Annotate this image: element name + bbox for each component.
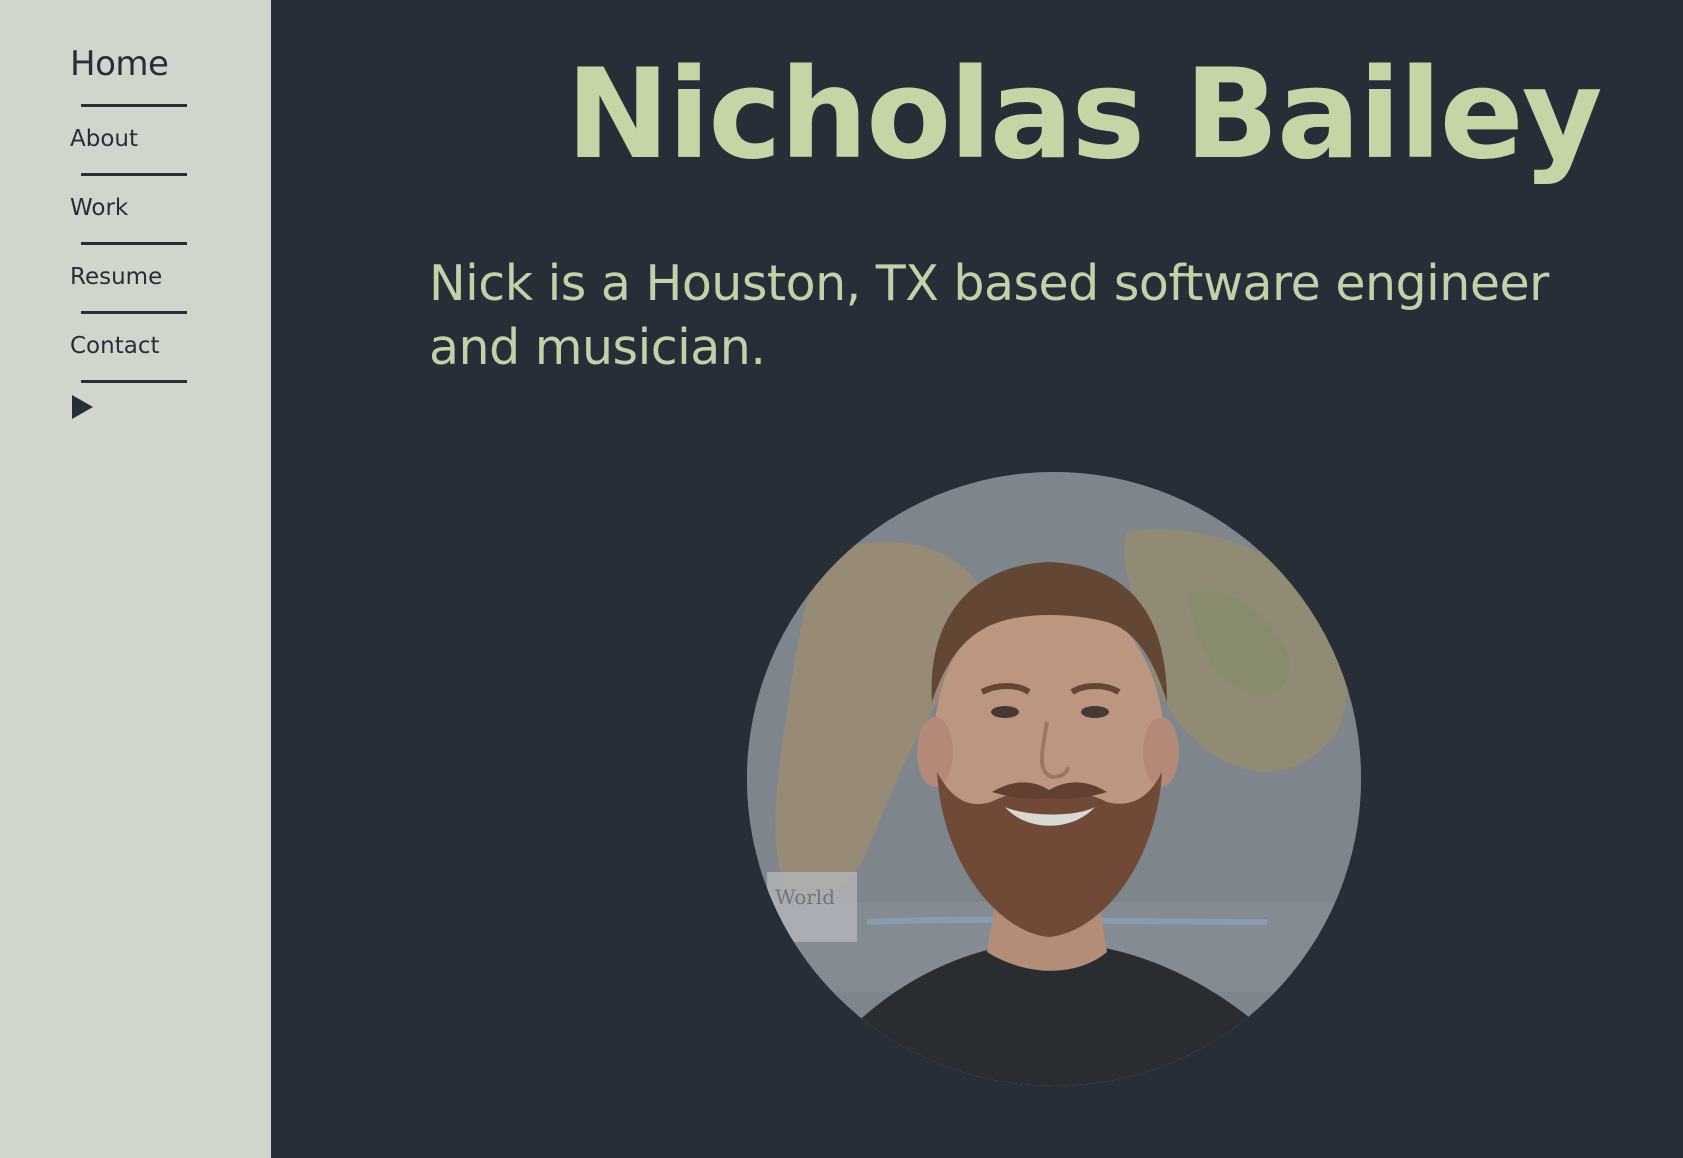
sidebar-item-about[interactable]: About [70, 107, 230, 173]
sidebar-item-contact[interactable]: Contact [70, 314, 230, 380]
sidebar-item-home[interactable]: Home [70, 38, 230, 104]
page-title: Nicholas Bailey [566, 43, 1603, 187]
nav-divider [81, 380, 187, 383]
sidebar: Home About Work Resume Contact [0, 0, 271, 1158]
intro-text: Nick is a Houston, TX based software eng… [429, 255, 1549, 376]
play-icon[interactable] [72, 395, 93, 419]
profile-photo: World [747, 472, 1361, 1086]
sidebar-item-work[interactable]: Work [70, 176, 230, 242]
sidebar-nav: Home About Work Resume Contact [70, 38, 230, 383]
sidebar-item-resume[interactable]: Resume [70, 245, 230, 311]
profile-photo-illustration: World [747, 472, 1361, 1086]
main-content: Nicholas Bailey Nick is a Houston, TX ba… [271, 0, 1683, 1158]
